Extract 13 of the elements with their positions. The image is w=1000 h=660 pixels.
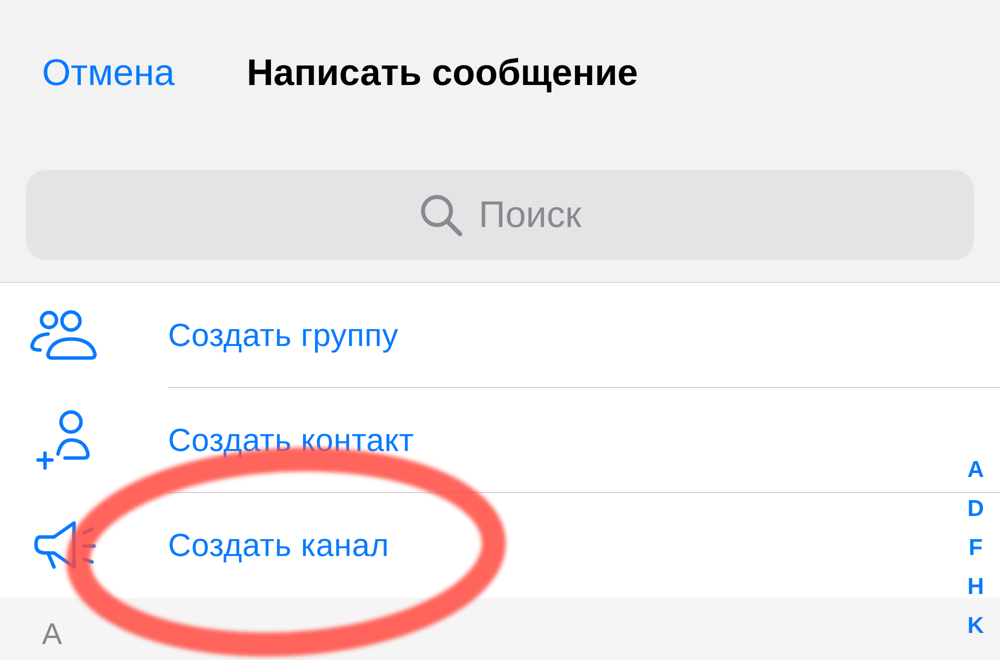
cancel-button[interactable]: Отмена (42, 52, 175, 94)
section-header: A (42, 618, 62, 651)
index-letter[interactable]: K (967, 608, 984, 643)
action-item[interactable]: Создать контакт (168, 422, 414, 458)
index-letter[interactable]: A (967, 452, 984, 487)
search-field[interactable]: Поиск (26, 170, 974, 260)
action-item[interactable]: Создать группу (168, 316, 398, 354)
screen-title: Написать сообщение (246, 52, 638, 94)
index-letter[interactable]: D (967, 491, 984, 526)
index-letter[interactable]: F (968, 530, 983, 565)
index-letter[interactable]: H (967, 569, 984, 604)
search-icon (418, 193, 463, 237)
action-item[interactable]: Создать канал (168, 527, 390, 564)
